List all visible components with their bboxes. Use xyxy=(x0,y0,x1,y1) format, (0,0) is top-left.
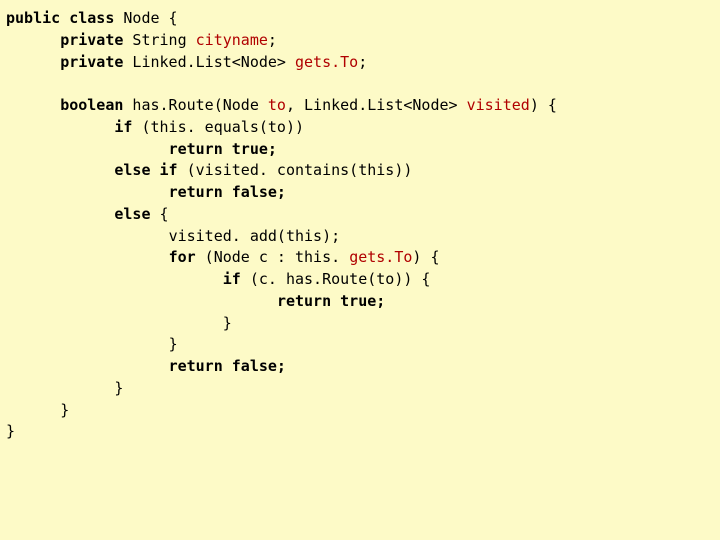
kw-boolean: boolean xyxy=(60,96,123,114)
kw-private: private xyxy=(60,53,123,71)
txt: Linked.List<Node> xyxy=(123,53,295,71)
kw-else-if: else if xyxy=(114,161,177,179)
txt: ) { xyxy=(412,248,439,266)
brace: } xyxy=(114,379,123,397)
brace: } xyxy=(169,335,178,353)
brace: } xyxy=(6,422,15,440)
txt: ; xyxy=(268,31,277,49)
code-block: public class Node { private String cityn… xyxy=(0,0,720,451)
id-visited: visited xyxy=(467,96,530,114)
kw-return-true: return true; xyxy=(169,140,277,158)
kw-public-class: public class xyxy=(6,9,114,27)
kw-private: private xyxy=(60,31,123,49)
txt: (this. equals(to)) xyxy=(132,118,304,136)
kw-return-false: return false; xyxy=(169,357,286,375)
brace: } xyxy=(223,314,232,332)
kw-for: for xyxy=(169,248,196,266)
kw-else: else xyxy=(114,205,150,223)
kw-if: if xyxy=(223,270,241,288)
txt: Node { xyxy=(114,9,177,27)
id-to: to xyxy=(268,96,286,114)
brace: } xyxy=(60,401,69,419)
kw-if: if xyxy=(114,118,132,136)
txt: (visited. contains(this)) xyxy=(178,161,413,179)
id-getsto: gets.To xyxy=(349,248,412,266)
txt: has.Route(Node xyxy=(123,96,268,114)
txt: (Node c : this. xyxy=(196,248,350,266)
kw-return-true: return true; xyxy=(277,292,385,310)
txt: { xyxy=(151,205,169,223)
txt: , Linked.List<Node> xyxy=(286,96,467,114)
id-getsto: gets.To xyxy=(295,53,358,71)
txt: ; xyxy=(358,53,367,71)
kw-return-false: return false; xyxy=(169,183,286,201)
id-cityname: cityname xyxy=(196,31,268,49)
txt: String xyxy=(123,31,195,49)
txt: (c. has.Route(to)) { xyxy=(241,270,431,288)
txt: ) { xyxy=(530,96,557,114)
txt-visited-add: visited. add(this); xyxy=(169,227,341,245)
